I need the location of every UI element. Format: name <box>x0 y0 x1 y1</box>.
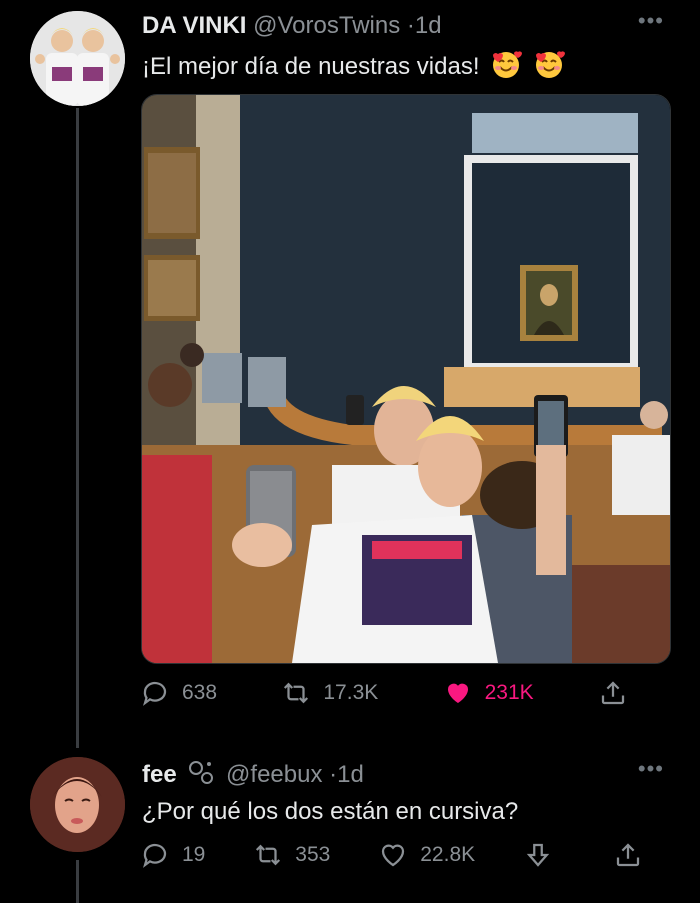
share-button[interactable] <box>598 678 640 708</box>
like-button[interactable]: 22.8K <box>378 840 475 870</box>
tweet-header: DA VINKI @VorosTwins ·1d <box>142 12 442 40</box>
reply-header: fee @feebux ·1d <box>142 758 364 793</box>
avatar-vorostwins[interactable] <box>30 11 125 106</box>
retweet-icon <box>256 844 281 866</box>
reply-text: ¿Por qué los dos están en cursiva? <box>142 798 519 825</box>
photo-illustration <box>142 95 670 663</box>
reply-icon <box>143 681 167 706</box>
tweet-photo[interactable] <box>141 94 671 664</box>
downvote-button[interactable] <box>523 840 565 870</box>
like-count: 22.8K <box>420 843 476 866</box>
share-button[interactable] <box>613 840 655 870</box>
tweet-actions: 638 17.3K 231K <box>140 678 640 708</box>
retweet-count: 17.3K <box>323 681 379 704</box>
reply-timestamp[interactable]: 1d <box>337 761 364 788</box>
reply-button[interactable]: 638 <box>140 678 217 708</box>
like-count: 231K <box>484 681 534 704</box>
reply-actions: 19 353 22.8K <box>140 840 655 870</box>
reply-display-name[interactable]: fee <box>142 761 177 788</box>
separator-dot: · <box>406 12 415 39</box>
handle[interactable]: @VorosTwins <box>253 12 400 39</box>
share-icon <box>601 681 625 705</box>
retweet-button[interactable]: 17.3K <box>281 678 378 708</box>
downvote-icon <box>526 843 550 867</box>
timestamp[interactable]: 1d <box>415 12 442 39</box>
avatar-feebux[interactable] <box>30 757 125 852</box>
heart-filled-icon <box>447 683 468 703</box>
retweet-icon <box>284 682 309 704</box>
more-options-icon[interactable]: ••• <box>638 8 664 34</box>
reply-count: 638 <box>182 681 218 704</box>
display-name[interactable]: DA VINKI <box>142 12 246 39</box>
smiling-face-with-hearts-icon <box>490 48 523 87</box>
reply-button[interactable]: 19 <box>140 840 205 870</box>
more-options-icon[interactable]: ••• <box>638 756 664 782</box>
tweet-text-line: ¡El mejor día de nuestras vidas! <box>142 48 565 87</box>
heart-outline-icon <box>382 844 405 867</box>
separator-dot: · <box>329 760 338 788</box>
reply-handle[interactable]: @feebux <box>226 761 322 788</box>
like-button[interactable]: 231K <box>443 678 534 708</box>
share-icon <box>616 843 640 867</box>
reply-count: 19 <box>182 843 206 866</box>
thread-line-top <box>76 108 79 748</box>
thread-line-bottom <box>76 860 79 903</box>
retweet-count: 353 <box>295 843 331 866</box>
retweet-button[interactable]: 353 <box>253 840 330 870</box>
badge-icon <box>187 758 215 793</box>
tweet-text: ¡El mejor día de nuestras vidas! <box>142 52 480 80</box>
smiling-face-with-hearts-icon <box>533 48 565 87</box>
reply-icon <box>143 843 167 868</box>
